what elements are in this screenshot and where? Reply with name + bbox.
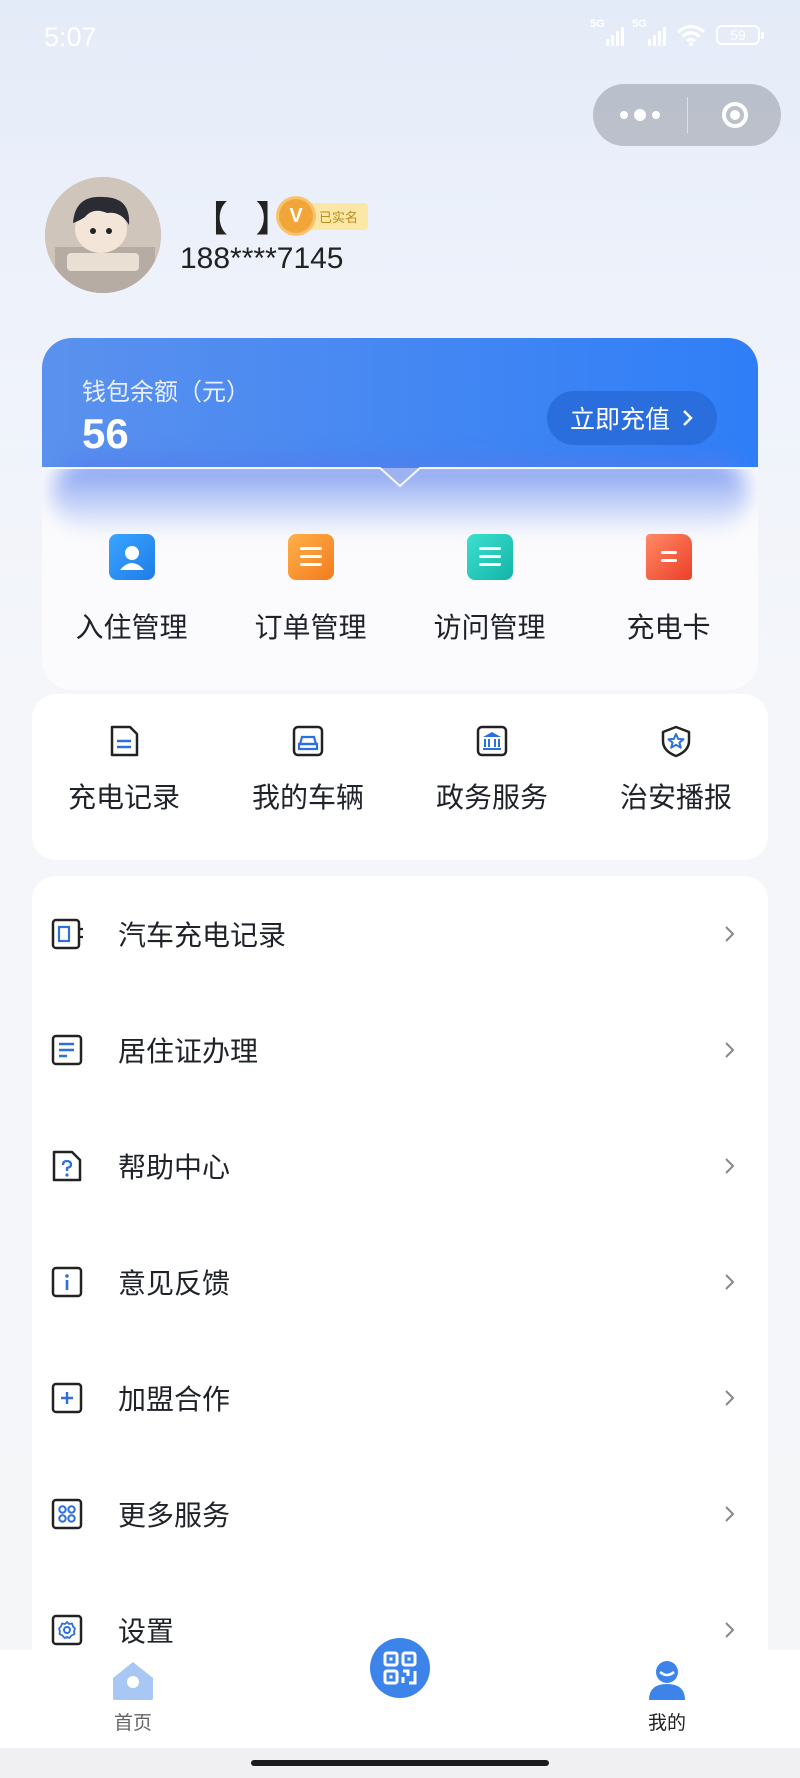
target-close-icon[interactable] (688, 84, 781, 146)
user-icon (649, 1661, 685, 1700)
tab-mine[interactable]: 我的 (587, 1650, 747, 1748)
chevron-right-icon (725, 1274, 735, 1290)
info-icon (51, 1266, 83, 1298)
service-my-vehicle[interactable]: 我的车辆 (216, 724, 400, 816)
tab-home[interactable]: 首页 (53, 1650, 213, 1748)
menu-item-label: 居住证办理 (118, 1035, 259, 1068)
home-icon (113, 1662, 153, 1700)
menu-item-label: 意见反馈 (118, 1267, 231, 1300)
menu-item-more-services[interactable]: 更多服务 (32, 1456, 768, 1572)
quick-actions: 入住管理 订单管理 访问管理 充电卡 (42, 534, 758, 646)
recharge-label: 立即充值 (569, 405, 670, 434)
residence-doc-icon (51, 1034, 83, 1066)
signal-icon: 5G (590, 18, 624, 46)
service-charge-record[interactable]: 充电记录 (32, 724, 216, 816)
wallet-card: 钱包余额（元） 56 立即充值 入住管理 订单管理 访问管理 充电卡 (42, 338, 758, 690)
services-card: 充电记录 我的车辆 政务服务 治安播报 (32, 694, 768, 860)
plus-box-icon (51, 1382, 83, 1414)
chevron-right-icon (725, 1390, 735, 1406)
menu-item-label: 加盟合作 (118, 1383, 231, 1416)
apps-grid-icon (51, 1498, 83, 1530)
menu-item-label: 帮助中心 (118, 1151, 231, 1184)
quick-action-label: 入住管理 (75, 611, 188, 644)
menu-item-help-center[interactable]: 帮助中心 (32, 1108, 768, 1224)
service-security-report[interactable]: 治安播报 (584, 724, 768, 816)
visit-icon (466, 534, 513, 580)
wifi-icon (677, 25, 705, 46)
car-icon (292, 725, 324, 757)
qr-scan-icon (383, 1651, 417, 1685)
government-icon (476, 725, 508, 757)
orders-icon (287, 534, 334, 580)
verified-label: 已实名 (305, 202, 369, 230)
service-label: 治安播报 (619, 781, 732, 814)
more-dots-icon[interactable] (593, 84, 687, 146)
menu-item-label: 更多服务 (118, 1499, 231, 1532)
scroll-card-icon (645, 534, 692, 580)
menu-item-feedback[interactable]: 意见反馈 (32, 1224, 768, 1340)
chevron-right-icon (683, 410, 693, 426)
menu-item-franchise[interactable]: 加盟合作 (32, 1340, 768, 1456)
help-doc-icon (52, 1150, 82, 1182)
miniprogram-capsule (593, 84, 781, 146)
document-icon (110, 725, 139, 757)
ev-charge-icon (51, 918, 83, 950)
quick-action-checkin[interactable]: 入住管理 (42, 534, 221, 646)
status-indicators: 5G 5G 59 (590, 18, 764, 46)
chevron-right-icon (725, 1506, 735, 1522)
tab-label: 我的 (647, 1712, 686, 1734)
verified-v-icon: V (279, 199, 313, 233)
menu-item-ev-charge-record[interactable]: 汽车充电记录 (32, 876, 768, 992)
chevron-right-icon (725, 1622, 735, 1638)
battery-icon: 59 (716, 25, 764, 45)
qr-scan-button[interactable] (370, 1638, 430, 1698)
home-indicator (251, 1760, 549, 1766)
quick-action-charge-card[interactable]: 充电卡 (579, 534, 758, 646)
verified-badge: V 已实名 (279, 199, 369, 233)
service-label: 充电记录 (67, 781, 180, 814)
chevron-right-icon (725, 926, 735, 942)
quick-action-label: 访问管理 (433, 611, 546, 644)
avatar[interactable] (45, 177, 161, 293)
settings-gear-icon (51, 1614, 83, 1646)
status-time: 5:07 (44, 22, 97, 52)
wallet-notch (42, 467, 758, 488)
signal-label: 5G (590, 18, 605, 30)
signal-label: 5G (632, 18, 647, 30)
quick-action-label: 充电卡 (626, 611, 711, 644)
chevron-right-icon (725, 1158, 735, 1174)
user-phone: 188****7145 (180, 242, 344, 275)
shield-star-icon (661, 725, 691, 758)
contact-card-icon (108, 534, 155, 580)
tab-label: 首页 (113, 1712, 152, 1734)
recharge-button[interactable]: 立即充值 (547, 391, 717, 445)
quick-action-orders[interactable]: 订单管理 (221, 534, 400, 646)
service-label: 我的车辆 (251, 781, 364, 814)
signal-icon: 5G (632, 18, 666, 46)
menu-item-label: 汽车充电记录 (118, 919, 287, 952)
menu-list: 汽车充电记录 居住证办理 帮助中心 意见反馈 加盟合作 更多服务 设置 (32, 876, 768, 1676)
wallet-amount: 56 (82, 410, 129, 457)
wallet-label: 钱包余额（元） (82, 378, 250, 406)
service-label: 政务服务 (435, 781, 548, 814)
menu-item-residence-permit[interactable]: 居住证办理 (32, 992, 768, 1108)
services-grid: 充电记录 我的车辆 政务服务 治安播报 (32, 724, 768, 816)
service-government[interactable]: 政务服务 (400, 724, 584, 816)
chevron-right-icon (725, 1042, 735, 1058)
quick-action-visit[interactable]: 访问管理 (400, 534, 579, 646)
quick-action-label: 订单管理 (254, 611, 367, 644)
